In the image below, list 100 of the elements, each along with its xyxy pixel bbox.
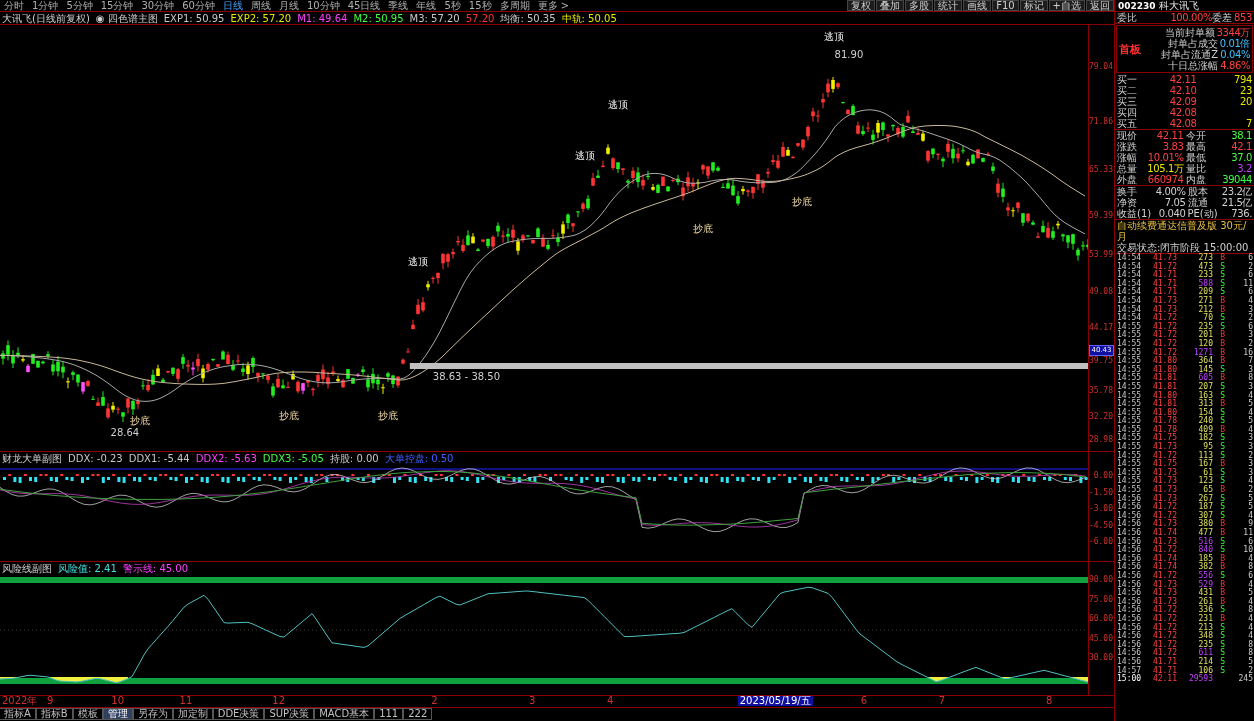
- trade-volume: 271: [1197, 296, 1214, 305]
- chart-annotation: 抄底: [278, 409, 299, 421]
- trade-volume: 611: [1197, 649, 1214, 658]
- toolbar-button[interactable]: F10: [992, 0, 1019, 11]
- trade-count: 2: [1247, 314, 1254, 323]
- toolbar-button[interactable]: 复权: [847, 0, 876, 11]
- trade-volume: 336: [1197, 606, 1214, 615]
- toolbar-button[interactable]: 多股: [905, 0, 934, 11]
- stat-value: 23.2亿: [1220, 186, 1252, 197]
- template-tab[interactable]: 指标A: [0, 708, 35, 719]
- period-tab[interactable]: 分时: [0, 0, 28, 11]
- period-tab[interactable]: 5秒: [440, 0, 465, 11]
- template-tab[interactable]: MACD基本: [315, 708, 374, 719]
- trade-time: 14:55: [1117, 331, 1143, 340]
- period-tab[interactable]: 30分钟: [137, 0, 179, 11]
- quote-value: 37.0: [1230, 152, 1252, 163]
- trade-price: 41.78: [1151, 417, 1178, 426]
- trade-volume: 273: [1198, 254, 1214, 262]
- trade-time: 14:55: [1117, 400, 1143, 409]
- trade-price: 41.71: [1151, 271, 1178, 280]
- date-label: 10: [110, 696, 125, 706]
- trade-time: 14:55: [1117, 339, 1143, 348]
- trade-time: 14:56: [1117, 632, 1143, 641]
- date-label: 4: [606, 696, 615, 706]
- date-label: 2023/05/19/五: [737, 696, 813, 706]
- diff-label: 委差: [1212, 12, 1234, 23]
- trade-side: S: [1219, 640, 1226, 649]
- period-tab[interactable]: 周线: [246, 0, 275, 11]
- toolbar-button[interactable]: 画线: [963, 0, 992, 11]
- trade-price: 41.72: [1151, 614, 1178, 623]
- period-tab[interactable]: 1分钟: [28, 0, 63, 11]
- trade-side: S: [1219, 391, 1226, 400]
- toolbar-button[interactable]: 标记: [1019, 0, 1048, 11]
- trade-side: S: [1219, 503, 1226, 512]
- period-tab[interactable]: 更多 >: [533, 0, 574, 11]
- toolbar-button[interactable]: 统计: [934, 0, 963, 11]
- period-tab[interactable]: 年线: [412, 0, 441, 11]
- period-tab[interactable]: 月线: [274, 0, 303, 11]
- axis-label: 45.00: [1088, 634, 1113, 643]
- trade-side: B: [1219, 331, 1226, 340]
- trade-time: 14:56: [1117, 537, 1143, 546]
- chart-annotation: 逃顶: [407, 256, 428, 267]
- trade-time: 14:56: [1117, 589, 1143, 598]
- period-tab[interactable]: 15秒: [464, 0, 496, 11]
- order-volume: 794: [1233, 74, 1252, 85]
- trade-volume: 409: [1197, 425, 1214, 434]
- template-tab[interactable]: 模板: [73, 708, 102, 719]
- trade-side: S: [1219, 606, 1226, 615]
- toolbar-button[interactable]: 叠加: [876, 0, 905, 11]
- trade-time: 14:56: [1117, 606, 1143, 615]
- trade-volume: 605: [1197, 374, 1214, 383]
- legend-value: DDX1: -5.44: [128, 452, 190, 464]
- trade-side: B: [1219, 348, 1226, 357]
- period-tab[interactable]: 季线: [384, 0, 413, 11]
- trade-volume: 348: [1197, 632, 1214, 641]
- template-tab[interactable]: DDE决策: [213, 708, 264, 719]
- axis-label: 65.33: [1088, 165, 1113, 174]
- template-tab[interactable]: 另存为: [133, 708, 172, 719]
- quote-value: 10.01%: [1146, 152, 1184, 163]
- chart-annotation: 81.90: [834, 48, 864, 60]
- indicator-name: 财龙大单副图: [2, 452, 62, 464]
- period-tab[interactable]: 60分钟: [178, 0, 219, 11]
- trade-volume: 65: [1203, 486, 1214, 495]
- template-tab[interactable]: 管理: [103, 708, 132, 719]
- chart-annotation: 28.64: [110, 426, 140, 438]
- quote-value: 42.11: [1155, 130, 1184, 141]
- trade-time: 14:55: [1117, 348, 1143, 357]
- trade-price: 41.75: [1151, 434, 1178, 443]
- trade-volume: 240: [1197, 417, 1214, 426]
- chart-annotation: 38.63 - 38.50: [432, 371, 501, 383]
- template-tab[interactable]: 指标B: [36, 708, 72, 719]
- quote-value: 105.1万: [1146, 163, 1184, 174]
- trade-volume: 207: [1197, 382, 1214, 391]
- template-tab[interactable]: 加定制: [173, 708, 212, 719]
- toolbar-button[interactable]: 返回: [1086, 0, 1114, 11]
- trade-count: 6: [1247, 254, 1254, 262]
- period-tab[interactable]: 10分钟: [302, 0, 344, 11]
- trade-volume: 840: [1197, 546, 1214, 555]
- trade-side: S: [1219, 632, 1226, 641]
- trade-time: 14:56: [1117, 563, 1143, 572]
- trade-price: 41.72: [1151, 546, 1178, 555]
- limit-label: 封单占流通Z: [1161, 49, 1219, 60]
- template-tab[interactable]: 222: [404, 708, 432, 719]
- period-tab[interactable]: 5分钟: [62, 0, 97, 11]
- period-tab[interactable]: 15分钟: [96, 0, 138, 11]
- trade-price: 41.74: [1151, 554, 1178, 563]
- trade-price: 41.72: [1151, 314, 1178, 323]
- quote-label: 量比: [1185, 163, 1206, 174]
- trade-time: 14:56: [1117, 657, 1143, 666]
- trade-volume: 380: [1197, 520, 1214, 529]
- trade-price: 41.78: [1151, 425, 1178, 434]
- toolbar-button[interactable]: +自选: [1048, 0, 1085, 11]
- template-tab[interactable]: 111: [375, 708, 403, 719]
- order-price: 42.11: [1168, 74, 1197, 85]
- order-volume: 20: [1239, 96, 1252, 107]
- period-tab[interactable]: 多周期: [495, 0, 534, 11]
- period-tab[interactable]: 45日线: [343, 0, 385, 11]
- period-tab[interactable]: 日线: [218, 0, 247, 11]
- template-tab[interactable]: SUP决策: [265, 708, 314, 719]
- quote-value: 39044: [1221, 174, 1252, 185]
